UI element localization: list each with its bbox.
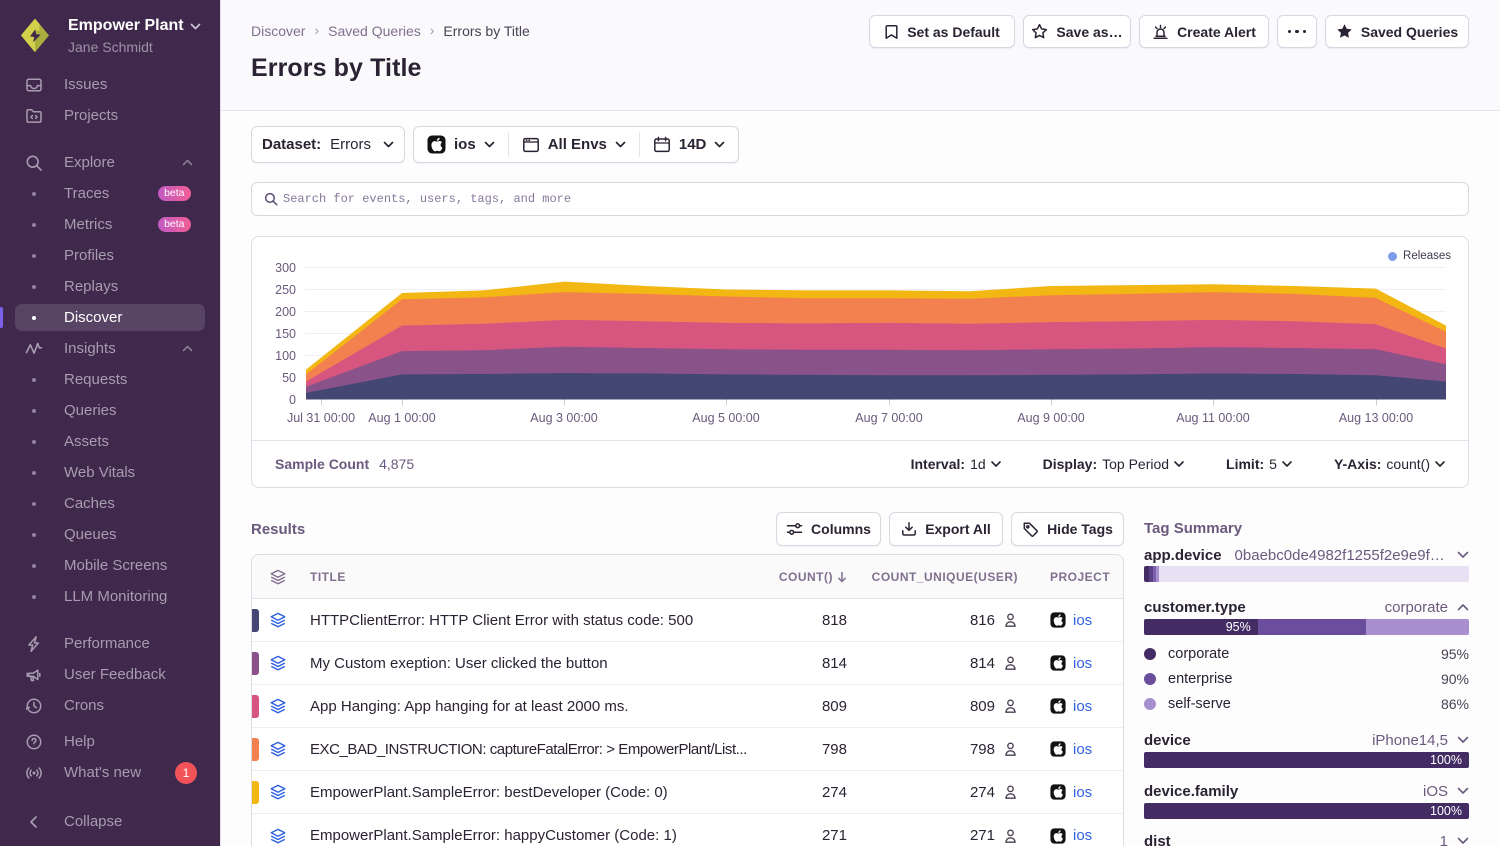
svg-text:Aug 11 00:00: Aug 11 00:00 (1176, 411, 1249, 425)
svg-text:300: 300 (275, 261, 296, 275)
svg-text:50: 50 (282, 371, 296, 385)
svg-text:200: 200 (275, 305, 296, 319)
svg-text:250: 250 (275, 283, 296, 297)
svg-text:Aug 5 00:00: Aug 5 00:00 (692, 411, 759, 425)
svg-text:Aug 9 00:00: Aug 9 00:00 (1017, 411, 1084, 425)
svg-text:Aug 3 00:00: Aug 3 00:00 (530, 411, 597, 425)
svg-text:0: 0 (289, 393, 296, 407)
svg-text:150: 150 (275, 327, 296, 341)
svg-text:Aug 7 00:00: Aug 7 00:00 (855, 411, 922, 425)
svg-text:Aug 13 00:00: Aug 13 00:00 (1339, 411, 1413, 425)
svg-text:Aug 1 00:00: Aug 1 00:00 (368, 411, 435, 425)
svg-text:Jul 31 00:00: Jul 31 00:00 (287, 411, 355, 425)
svg-text:100: 100 (275, 349, 296, 363)
